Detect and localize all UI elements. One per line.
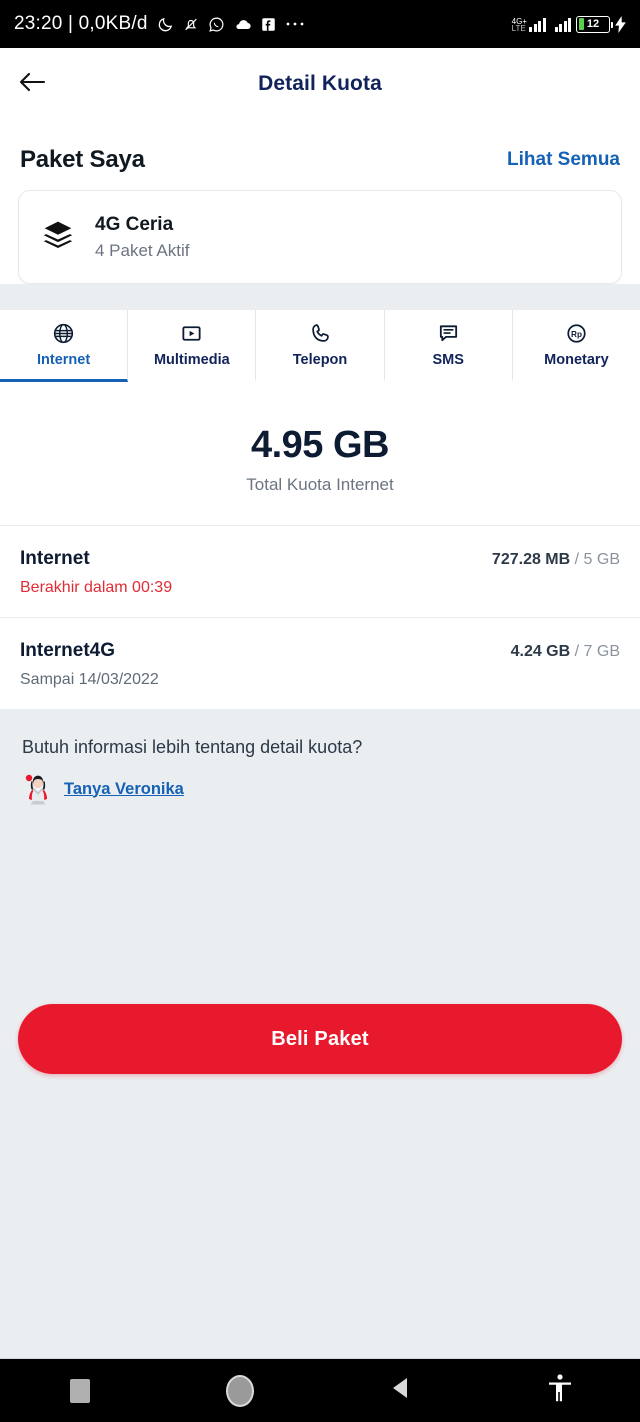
play-box-icon [180,321,203,345]
tab-monetary[interactable]: Rp Monetary [512,310,640,382]
quota-total: / 7 GB [574,643,620,660]
section-divider-band [0,284,640,310]
status-bar: 23:20 | 0,0KB/d 4G+ LTE 12 [0,0,640,48]
back-nav-button[interactable] [320,1359,480,1422]
globe-icon [52,321,75,345]
section-title: Paket Saya [20,146,145,173]
signal-sim1: 4G+ LTE [511,16,546,33]
back-button[interactable] [0,48,64,120]
phone-screen: 23:20 | 0,0KB/d 4G+ LTE 12 Detail Kuota … [0,0,640,1422]
cta-area: Beli Paket [0,806,640,1358]
status-bar-left: 23:20 | 0,0KB/d [14,13,305,35]
quota-row-right: 727.28 MB / 5 GB [492,548,620,569]
ask-veronika-link[interactable]: Tanya Veronika [64,780,184,799]
signal-bars-1 [529,16,546,32]
tab-label-multimedia: Multimedia [153,352,230,368]
accessibility-icon [547,1373,573,1408]
quota-row-right: 4.24 GB / 7 GB [511,640,620,661]
tab-label-monetary: Monetary [544,352,609,368]
rupiah-circle-icon: Rp [565,321,588,345]
total-quota-label: Total Kuota Internet [246,475,394,494]
help-section: Butuh informasi lebih tentang detail kuo… [0,709,640,806]
quota-row-left: Internet Berakhir dalam 00:39 [20,548,172,597]
chat-bubble-icon [437,321,460,345]
layers-icon [41,218,75,257]
package-card-texts: 4G Ceria 4 Paket Aktif [95,214,190,261]
bell-muted-icon [183,16,199,33]
buy-package-button[interactable]: Beli Paket [18,1004,622,1074]
accessibility-button[interactable] [480,1359,640,1422]
recents-button[interactable] [0,1359,160,1422]
tab-multimedia[interactable]: Multimedia [128,310,257,382]
tab-label-telepon: Telepon [292,352,348,368]
whatsapp-icon [208,16,225,33]
veronika-avatar [22,772,54,806]
quota-list: Internet Berakhir dalam 00:39 727.28 MB … [0,525,640,709]
quota-category-tabs: Internet Multimedia Telepon SMS Rp Monet… [0,310,640,382]
quota-expiry: Berakhir dalam 00:39 [20,579,173,596]
tab-label-sms: SMS [432,352,464,368]
status-bar-right: 4G+ LTE 12 [511,15,626,33]
section-header: Paket Saya Lihat Semua [0,120,640,190]
quota-used: 4.24 GB [510,643,571,660]
cloud-icon [234,18,252,31]
triangle-back-icon [390,1376,410,1405]
see-all-link[interactable]: Lihat Semua [507,149,620,171]
tab-label-internet: Internet [37,352,91,368]
phone-icon [309,321,332,345]
square-recents-icon [70,1378,90,1403]
tab-sms[interactable]: SMS [384,310,513,382]
page-title: Detail Kuota [258,72,382,95]
tab-telepon[interactable]: Telepon [256,310,385,382]
svg-text:Rp: Rp [571,329,582,338]
package-subtitle: 4 Paket Aktif [95,240,190,260]
package-name: 4G Ceria [95,213,174,235]
moon-icon [157,16,174,33]
help-link-row[interactable]: Tanya Veronika [22,772,618,806]
total-quota-value: 4.95 GB [250,424,390,466]
battery-icon: 12 [576,15,613,33]
table-row[interactable]: Internet Berakhir dalam 00:39 727.28 MB … [0,525,640,617]
signal-bars-2 [554,16,571,32]
quota-name: Internet4G [20,640,116,661]
quota-used: 727.28 MB [491,551,571,568]
android-nav-bar [0,1358,640,1422]
charging-bolt-icon [615,15,626,33]
table-row[interactable]: Internet4G Sampai 14/03/2022 4.24 GB / 7… [0,617,640,709]
facebook-icon [261,17,276,32]
quota-total: / 5 GB [574,551,620,568]
more-dots-icon [285,21,305,27]
home-button[interactable] [160,1359,320,1422]
network-sub-label: LTE [511,24,526,33]
package-card[interactable]: 4G Ceria 4 Paket Aktif [18,190,622,284]
quota-row-left: Internet4G Sampai 14/03/2022 [20,640,159,689]
quota-expiry: Sampai 14/03/2022 [20,671,159,688]
total-quota-block: 4.95 GB Total Kuota Internet [0,382,640,525]
arrow-left-icon [18,71,46,98]
quota-name: Internet [20,548,90,569]
status-time-data: 23:20 | 0,0KB/d [14,13,148,34]
tab-internet[interactable]: Internet [0,310,129,382]
app-bar: Detail Kuota [0,48,640,120]
circle-home-icon [226,1374,254,1407]
help-question: Butuh informasi lebih tentang detail kuo… [22,737,363,757]
my-packages-section: Paket Saya Lihat Semua 4G Ceria 4 Paket … [0,120,640,310]
battery-level-label: 12 [586,18,600,30]
